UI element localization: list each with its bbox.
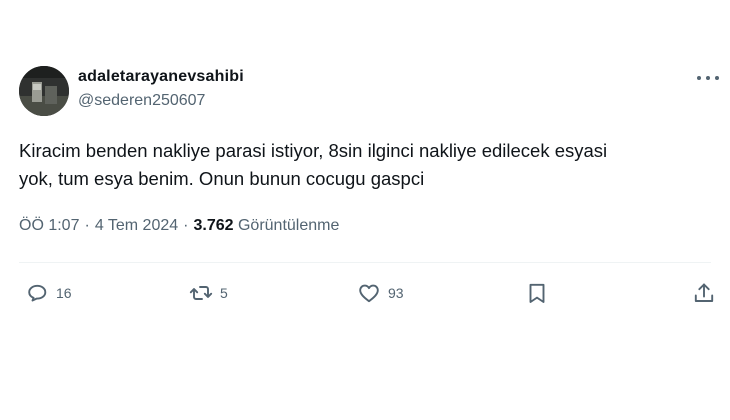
avatar[interactable] <box>19 66 69 116</box>
user-handle[interactable]: @sederen250607 <box>78 92 205 110</box>
tweet-time[interactable]: ÖÖ 1:07 <box>19 217 79 234</box>
like-button[interactable]: 93 <box>357 280 404 306</box>
avatar-image <box>19 66 69 116</box>
views-count: 3.762 <box>193 217 234 234</box>
share-icon <box>694 283 714 302</box>
display-name[interactable]: adaletarayanevsahibi <box>78 68 244 86</box>
tweet-text-line: yok, tum esya benim. Onun bunun cocugu g… <box>19 168 425 189</box>
views-label: Görüntülenme <box>237 217 340 234</box>
meta-separator: · <box>183 217 189 234</box>
bookmark-icon <box>529 283 545 303</box>
meta-separator: · <box>84 217 90 234</box>
tweet-meta: ÖÖ 1:07 · 4 Tem 2024 · 3.762 Görüntülenme <box>19 217 339 235</box>
reply-icon <box>28 284 47 302</box>
tweet-text: Kiracim benden nakliye parasi istiyor, 8… <box>19 137 709 193</box>
like-icon <box>359 284 379 303</box>
retweet-count: 5 <box>220 285 228 301</box>
tweet-date[interactable]: 4 Tem 2024 <box>95 217 178 234</box>
tweet-card: adaletarayanevsahibi @sederen250607 Kira… <box>0 0 730 420</box>
bookmark-button[interactable] <box>525 280 549 306</box>
retweet-icon <box>189 286 213 300</box>
reply-button[interactable]: 16 <box>25 280 72 306</box>
reply-count: 16 <box>56 285 72 301</box>
share-button[interactable] <box>692 280 716 306</box>
more-icon[interactable] <box>697 70 719 86</box>
tweet-text-line: Kiracim benden nakliye parasi istiyor, 8… <box>19 140 608 161</box>
retweet-button[interactable]: 5 <box>189 280 228 306</box>
like-count: 93 <box>388 285 404 301</box>
divider <box>19 262 711 263</box>
